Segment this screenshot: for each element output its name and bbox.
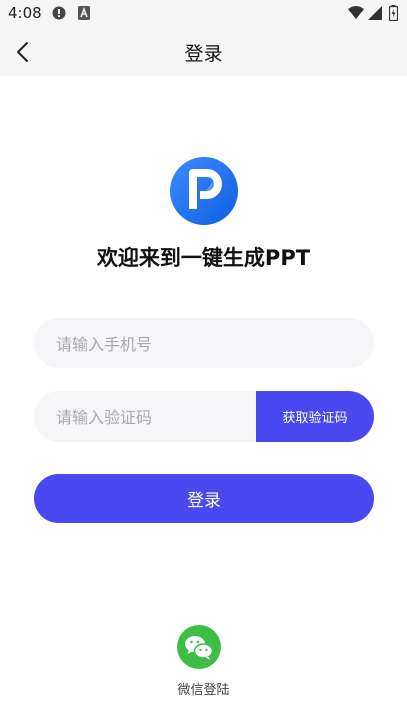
wechat-icon[interactable] <box>177 625 221 669</box>
header: 登录 <box>0 28 407 76</box>
login-button[interactable]: 登录 <box>34 474 374 523</box>
verification-code-field: 获取验证码 <box>34 391 374 443</box>
alert-icon <box>52 6 66 20</box>
verification-code-input[interactable] <box>54 391 258 443</box>
wechat-login-label[interactable]: 微信登陆 <box>0 679 407 698</box>
welcome-heading: 欢迎来到一键生成PPT <box>96 246 311 270</box>
get-code-button[interactable]: 获取验证码 <box>256 391 374 442</box>
status-time: 4:08 <box>8 4 42 22</box>
app-logo-icon <box>170 157 238 225</box>
page-title: 登录 <box>184 43 223 65</box>
app-a-icon <box>78 6 90 20</box>
wifi-icon <box>348 6 364 19</box>
phone-input[interactable] <box>54 318 258 370</box>
status-bar: 4:08 <box>0 0 407 28</box>
phone-field <box>34 318 374 370</box>
signal-icon <box>368 6 382 20</box>
battery-icon <box>389 5 398 21</box>
